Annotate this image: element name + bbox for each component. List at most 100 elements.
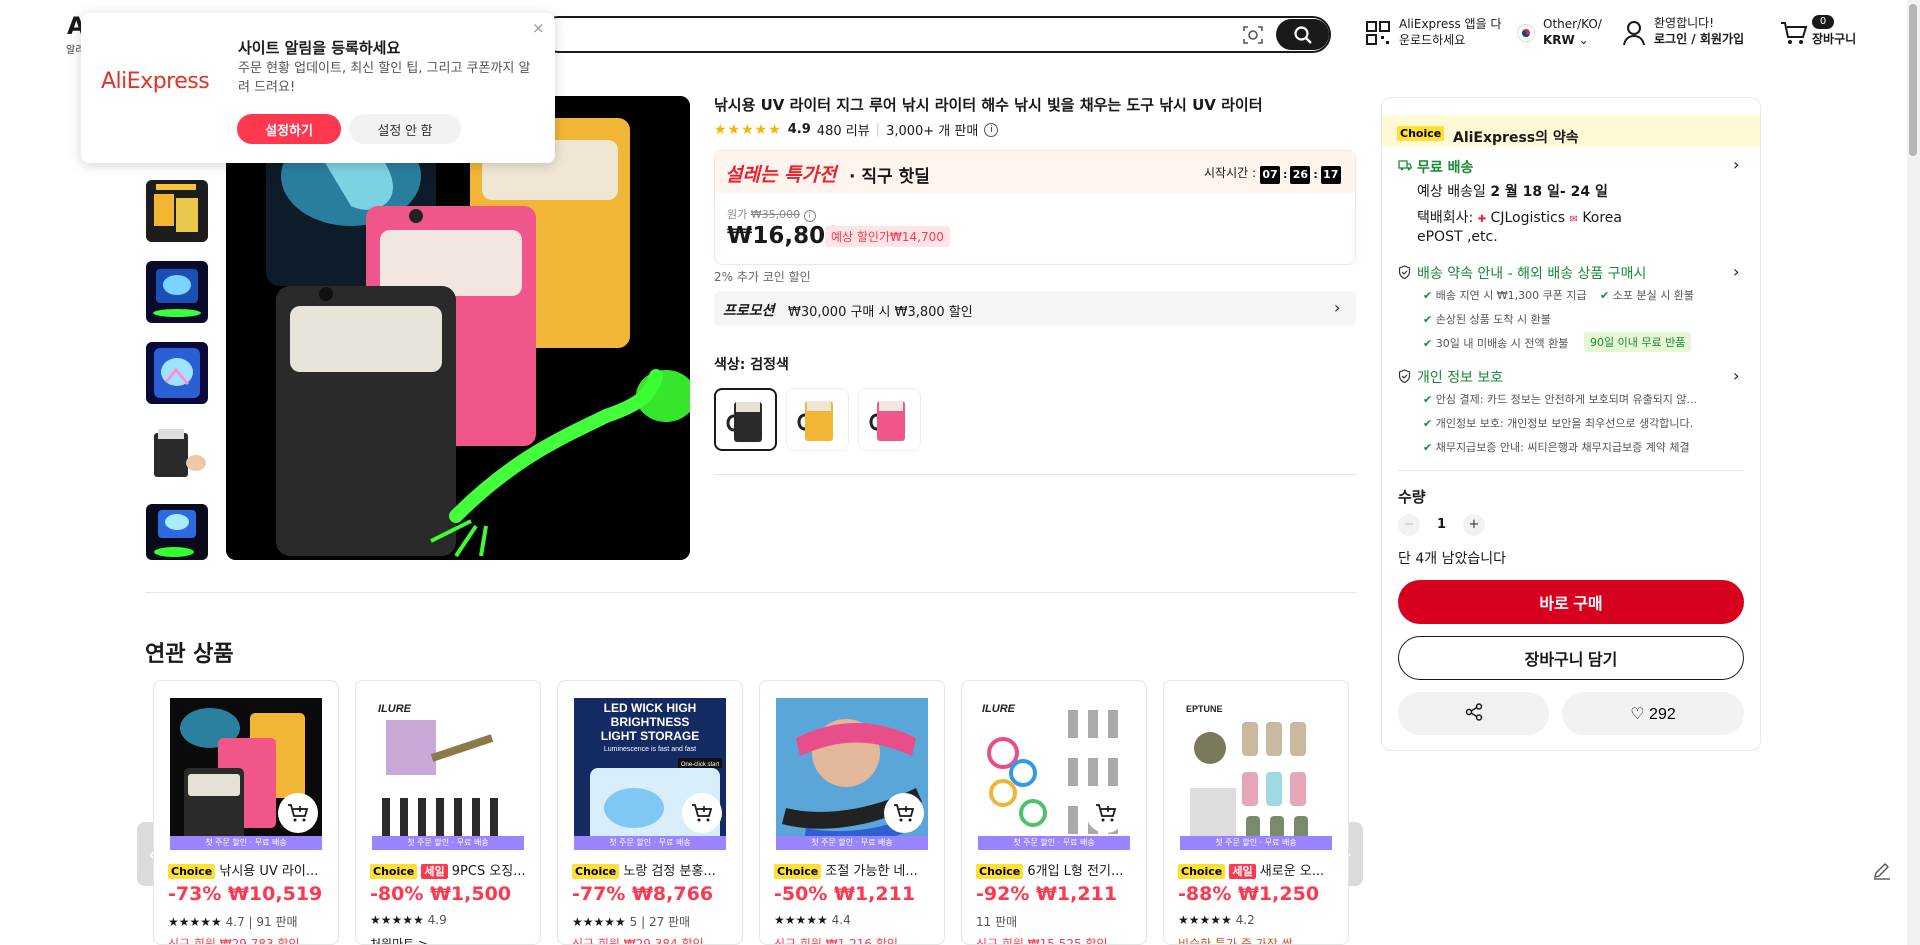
rating-row: ★★★★★ 4.9 480 리뷰 | 3,000+ 개 판매 i bbox=[714, 120, 999, 139]
svg-text:BRIGHTNESS: BRIGHTNESS bbox=[611, 715, 690, 729]
buy-now-button[interactable]: 바로 구매 bbox=[1398, 580, 1744, 624]
reviews-link[interactable]: 480 리뷰 bbox=[817, 120, 870, 139]
truck-icon bbox=[1398, 159, 1412, 175]
privacy-item: ✔ 개인정보 보호: 개인정보 보안을 최우선으로 생각합니다. bbox=[1423, 417, 1694, 430]
chevron-right-icon[interactable]: › bbox=[1733, 155, 1739, 174]
chevron-right-icon[interactable]: › bbox=[1733, 262, 1739, 281]
cart-label[interactable]: 장바구니 bbox=[1812, 31, 1856, 47]
product-promo: 신규 회원 ₩29,384 할인 bbox=[572, 937, 704, 945]
product-price: -88% ₩1,250 bbox=[1178, 883, 1320, 905]
estimated-discount-badge: 예상 할인가₩14,700 bbox=[825, 226, 950, 247]
add-to-cart-icon[interactable] bbox=[682, 793, 722, 833]
scrollbar-thumb[interactable] bbox=[1909, 4, 1917, 156]
feedback-pencil-icon[interactable] bbox=[1870, 859, 1894, 883]
product-price: -92% ₩1,211 bbox=[976, 883, 1118, 905]
quantity-label: 수량 bbox=[1398, 488, 1426, 506]
close-icon[interactable]: × bbox=[532, 19, 545, 37]
related-product-card[interactable]: ILURE 첫 주문 할인 · 무료 배송 Choice 세일 9PCS 오징.… bbox=[355, 680, 541, 945]
star-rating-icon: ★★★★★ bbox=[774, 913, 828, 927]
privacy-item: ✔ 채무지급보증 안내: 씨티은행과 채무지급보증 계약 체결 bbox=[1423, 441, 1690, 454]
related-products-title: 연관 상품 bbox=[145, 642, 234, 667]
privacy-item: ✔ 안심 결제: 카드 정보는 안전하게 보호되며 유출되지 않... bbox=[1423, 393, 1698, 406]
quantity-increase-button[interactable]: + bbox=[1463, 514, 1485, 536]
star-rating-icon: ★★★★★ bbox=[168, 915, 222, 929]
related-product-card[interactable]: LED WICK HIGH BRIGHTNESS LIGHT STORAGE Lumi… bbox=[557, 680, 743, 945]
korea-flag-icon bbox=[1517, 24, 1535, 46]
gallery-thumbnail[interactable] bbox=[146, 504, 208, 560]
image-search-icon[interactable] bbox=[1240, 22, 1266, 48]
delivery-estimate: 예상 배송일 2 월 18 일- 24 일 bbox=[1417, 184, 1608, 200]
guarantee-item: ✔ 배송 지연 시 ₩1,300 쿠폰 지급 bbox=[1423, 289, 1587, 302]
chevron-right-icon: › bbox=[1334, 298, 1341, 317]
delivery-guarantee-link[interactable]: 배송 약속 안내 - 해외 배송 상품 구매시 bbox=[1417, 263, 1646, 283]
product-main-image[interactable] bbox=[226, 96, 690, 560]
gallery-thumbnail[interactable] bbox=[146, 180, 208, 242]
deal-banner: 설레는 특가전 · 직구 핫딜 시작시간 : 07:26:17 bbox=[715, 151, 1355, 193]
decline-notifications-button[interactable]: 설정 안 함 bbox=[349, 114, 461, 144]
share-icon bbox=[1465, 703, 1482, 721]
original-price: 원가 ₩35,000 i bbox=[727, 206, 816, 222]
product-price: -77% ₩8,766 bbox=[572, 883, 714, 905]
aliexpress-logo: AliExpress bbox=[101, 69, 210, 94]
cj-logo-icon: ✚ bbox=[1477, 214, 1487, 225]
cart-count-badge: 0 bbox=[1812, 15, 1834, 29]
search-icon bbox=[1293, 25, 1312, 44]
product-promo: 신규 회원 ₩29,783 할인 bbox=[168, 937, 300, 945]
related-product-card[interactable]: ILURE 첫 주문 할인 · 무료 배송 Choice 6개입 L형 전기..… bbox=[961, 680, 1147, 945]
quantity-decrease-button[interactable]: − bbox=[1398, 514, 1420, 536]
star-rating-icon: ★★★★★ bbox=[572, 915, 626, 929]
info-icon[interactable]: i bbox=[984, 122, 999, 137]
star-rating-icon: ★★★★★ bbox=[714, 121, 782, 138]
color-swatch-pink[interactable] bbox=[858, 388, 921, 451]
popup-title: 사이트 알림을 등록하세요 bbox=[238, 39, 401, 57]
add-to-cart-icon[interactable] bbox=[1086, 793, 1126, 833]
divider bbox=[1398, 470, 1744, 471]
gallery-thumbnail[interactable] bbox=[146, 423, 208, 485]
svg-text:EPTUNE: EPTUNE bbox=[1186, 704, 1223, 714]
quantity-value[interactable]: 1 bbox=[1437, 517, 1446, 532]
coin-discount: 2% 추가 코인 할인 bbox=[714, 270, 811, 284]
product-price: -80% ₩1,500 bbox=[370, 883, 512, 905]
star-rating-icon: ★★★★★ bbox=[370, 913, 424, 927]
app-download-link[interactable]: AliExpress 앱을 다 운로드하세요 bbox=[1399, 16, 1501, 48]
add-to-cart-button[interactable]: 장바구니 담기 bbox=[1398, 636, 1744, 680]
search-button[interactable] bbox=[1276, 19, 1329, 50]
add-to-cart-icon[interactable] bbox=[884, 793, 924, 833]
star-rating-icon: ★★★★★ bbox=[1178, 913, 1232, 927]
related-product-card[interactable]: 첫 주문 할인 · 무료 배송 Choice 조절 가능한 네... -50% … bbox=[759, 680, 945, 945]
free-shipping-link[interactable]: 무료 배송 bbox=[1417, 157, 1473, 177]
product-rating: ★★★★★ 5 | 27 판매 bbox=[572, 915, 691, 929]
countdown-timer: 07:26:17 bbox=[1260, 163, 1341, 184]
product-name: Choice 낚시용 UV 라이... bbox=[168, 860, 330, 879]
account-menu[interactable]: 환영합니다! 로그인 / 회원가입 bbox=[1654, 15, 1744, 47]
sale-price: ₩16,800 bbox=[727, 223, 842, 249]
color-swatch-yellow[interactable] bbox=[786, 388, 849, 451]
qr-icon[interactable] bbox=[1365, 20, 1391, 50]
enable-notifications-button[interactable]: 설정하기 bbox=[237, 114, 341, 144]
add-to-cart-icon[interactable] bbox=[278, 793, 318, 833]
locale-selector[interactable]: Other/KO/ KRW ⌄ bbox=[1543, 16, 1602, 48]
product-title: 낚시용 UV 라이터 지그 루어 낚시 라이터 해수 낚시 빛을 채우는 도구 … bbox=[714, 96, 1263, 114]
promotion-row[interactable]: 프로모션 ₩30,000 구매 시 ₩3,800 할인 › bbox=[714, 291, 1356, 326]
cart-icon[interactable] bbox=[1780, 20, 1808, 50]
related-product-card[interactable]: 첫 주문 할인 · 무료 배송 Choice 낚시용 UV 라이... -73%… bbox=[153, 680, 339, 945]
product-rating: ★★★★★ 4.7 | 91 판매 bbox=[168, 915, 298, 929]
user-icon[interactable] bbox=[1622, 20, 1646, 50]
divider bbox=[145, 592, 1356, 593]
search-input[interactable] bbox=[540, 16, 1331, 53]
wishlist-button[interactable]: ♡ 292 bbox=[1562, 692, 1744, 735]
color-swatch-black[interactable] bbox=[714, 388, 777, 451]
related-product-card[interactable]: EPTUNE 첫 주문 할인 · 무료 배송 Choice 세일 새로운 오..… bbox=[1163, 680, 1349, 945]
gallery-thumbnail[interactable] bbox=[146, 342, 208, 404]
popup-body: 주문 현황 업데이트, 최신 할인 팁, 그리고 쿠폰까지 알려 드려요! bbox=[238, 61, 531, 95]
chevron-right-icon[interactable]: › bbox=[1733, 366, 1739, 385]
product-price: -50% ₩1,211 bbox=[774, 883, 916, 905]
svg-text:One-click start: One-click start bbox=[681, 762, 720, 768]
product-thumbnail: EPTUNE bbox=[1180, 698, 1332, 850]
privacy-link[interactable]: 개인 정보 보호 bbox=[1417, 367, 1503, 387]
share-button[interactable] bbox=[1398, 692, 1549, 735]
korea-post-logo-icon: ✉ bbox=[1569, 214, 1578, 225]
info-icon[interactable]: i bbox=[803, 210, 816, 222]
product-rating: 11 판매 bbox=[976, 915, 1018, 929]
gallery-thumbnail[interactable] bbox=[146, 261, 208, 323]
